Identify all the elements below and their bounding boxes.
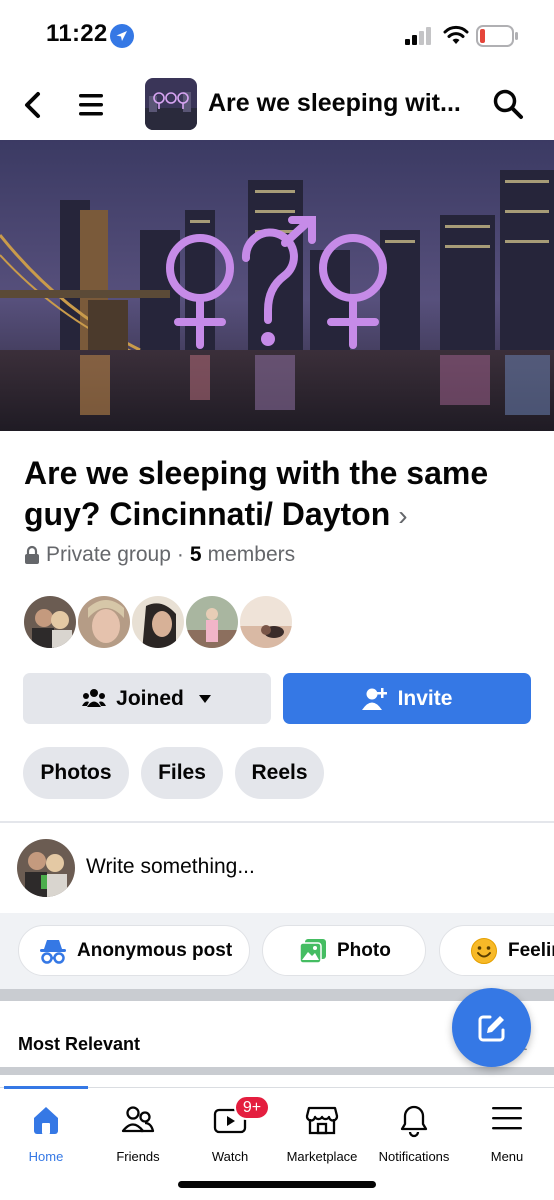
invite-label: Invite — [397, 686, 453, 710]
friends-icon — [121, 1106, 155, 1133]
feed-section-line — [0, 1067, 554, 1075]
tab-label: Marketplace — [286, 1149, 358, 1164]
current-user-avatar[interactable] — [17, 839, 75, 897]
feeling-button[interactable]: Feelin — [439, 925, 554, 976]
chip-files[interactable]: Files — [141, 747, 223, 799]
header-title: Are we sleeping wit... — [208, 89, 461, 117]
anonymous-post-button[interactable]: Anonymous post — [18, 925, 250, 976]
write-something-input[interactable]: Write something... — [86, 855, 255, 879]
sort-label[interactable]: Most Relevant — [18, 1034, 140, 1055]
chip-label: Reels — [251, 761, 308, 784]
chip-label: Files — [158, 761, 206, 784]
avatar[interactable] — [130, 594, 186, 650]
photo-icon — [299, 938, 326, 964]
privacy-label: Private group — [46, 543, 171, 566]
incognito-icon — [40, 939, 66, 964]
tab-notifications[interactable]: Notifications — [366, 1088, 462, 1168]
status-time: 11:22 — [46, 20, 108, 47]
watch-notification-badge: 9+ — [234, 1095, 270, 1120]
home-indicator — [178, 1181, 376, 1188]
tab-marketplace[interactable]: Marketplace — [274, 1088, 370, 1168]
smiley-icon — [471, 937, 497, 964]
action-label: Photo — [337, 939, 391, 961]
group-name-text: Are we sleeping with the same guy? Cinci… — [24, 455, 489, 532]
invite-button[interactable]: Invite — [283, 673, 531, 724]
marketplace-icon — [305, 1106, 339, 1135]
hamburger-icon[interactable] — [78, 92, 104, 118]
tab-label: Watch — [211, 1149, 249, 1164]
tab-menu[interactable]: Menu — [459, 1088, 554, 1168]
tab-friends[interactable]: Friends — [90, 1088, 186, 1168]
compose-post-button[interactable] — [452, 988, 531, 1067]
status-bar: 11:22 — [0, 0, 554, 72]
avatar[interactable] — [76, 594, 132, 650]
post-actions-bar: Anonymous post Photo Feelin — [0, 913, 554, 989]
joined-button[interactable]: Joined — [23, 673, 271, 724]
location-arrow-icon — [110, 24, 134, 48]
lock-icon — [25, 545, 39, 564]
home-icon — [34, 1107, 58, 1134]
menu-icon — [492, 1107, 522, 1130]
avatar[interactable] — [238, 594, 294, 650]
bell-icon — [400, 1105, 428, 1138]
chevron-right-icon: › — [398, 500, 408, 531]
group-header: Are we sleeping wit... — [0, 72, 554, 140]
cellular-signal-icon — [405, 27, 431, 45]
edit-icon — [478, 1015, 504, 1041]
caret-down-icon — [198, 694, 211, 703]
add-person-icon — [361, 687, 387, 710]
group-thumbnail[interactable] — [145, 78, 197, 130]
group-members-icon — [82, 688, 107, 707]
members-label[interactable]: members — [208, 543, 296, 567]
chevron-left-icon[interactable] — [20, 90, 46, 120]
group-name[interactable]: Are we sleeping with the same guy? Cinci… — [24, 453, 534, 536]
action-label: Feelin — [508, 939, 554, 961]
member-count[interactable]: 5 — [190, 543, 202, 567]
tab-home[interactable]: Home — [0, 1088, 94, 1168]
tab-label: Friends — [116, 1149, 160, 1164]
meta-separator: · — [176, 543, 184, 566]
joined-label: Joined — [116, 686, 184, 710]
tab-label: Menu — [490, 1149, 524, 1164]
chip-photos[interactable]: Photos — [23, 747, 129, 799]
tab-label: Notifications — [378, 1149, 450, 1164]
group-meta: Private group · 5 members — [24, 543, 295, 567]
search-icon[interactable] — [492, 88, 524, 120]
photo-button[interactable]: Photo — [262, 925, 426, 976]
chip-reels[interactable]: Reels — [235, 747, 324, 799]
tab-label: Home — [28, 1149, 64, 1164]
wifi-icon — [443, 25, 469, 44]
avatar[interactable] — [22, 594, 78, 650]
section-divider — [0, 821, 554, 823]
avatar[interactable] — [184, 594, 240, 650]
battery-low-icon — [476, 25, 518, 47]
chip-label: Photos — [40, 761, 112, 784]
group-cover-photo[interactable] — [0, 140, 554, 431]
action-label: Anonymous post — [77, 939, 233, 961]
